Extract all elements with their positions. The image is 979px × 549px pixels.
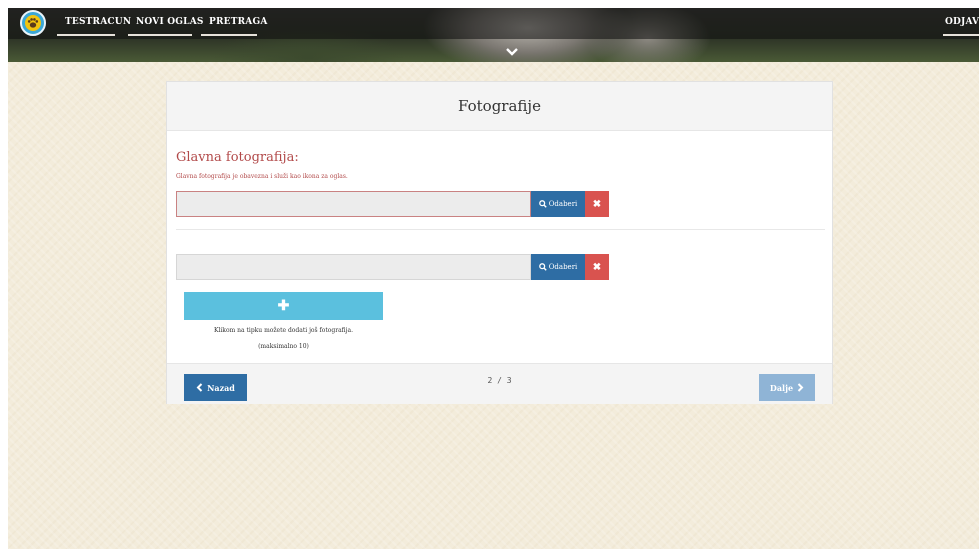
next-button-label: Dalje <box>769 382 794 393</box>
nav-underline <box>201 34 257 36</box>
nav-link-novi-oglas[interactable]: NOVI OGLAS <box>136 17 204 27</box>
nav-underline <box>57 34 115 36</box>
select-photo-button[interactable]: Odaberi <box>531 254 585 280</box>
next-button[interactable]: Dalje <box>759 374 815 401</box>
main-photo-file-input[interactable] <box>176 191 531 217</box>
card-header: Fotografije <box>167 82 832 131</box>
nav-link-pretraga[interactable]: PRETRAGA <box>209 17 268 27</box>
select-button-label: Odaberi <box>548 200 578 208</box>
add-photo-hint: Klikom na tipku možete dodati još fotogr… <box>213 327 354 334</box>
paw-logo-icon[interactable] <box>20 10 46 36</box>
card-title: Fotografije <box>458 97 541 115</box>
card-footer: Nazad 2 / 3 Dalje <box>167 363 832 404</box>
page-frame: TESTRACUN NOVI OGLAS PRETRAGA ODJAV Foto… <box>8 8 979 549</box>
search-icon <box>538 263 547 271</box>
header: TESTRACUN NOVI OGLAS PRETRAGA ODJAV <box>8 8 979 62</box>
add-photo-limit: (maksimalno 10) <box>258 343 309 350</box>
extra-photo-file-input[interactable] <box>176 254 531 280</box>
photos-card: Fotografije Glavna fotografija: Glavna f… <box>166 81 833 404</box>
close-icon: ✖ <box>592 198 602 210</box>
add-photo-button[interactable]: ✚ <box>184 292 383 320</box>
select-button-label: Odaberi <box>548 263 578 271</box>
search-icon <box>538 200 547 208</box>
nav-link-testracun[interactable]: TESTRACUN <box>65 17 131 27</box>
clear-photo-button[interactable]: ✖ <box>585 191 609 217</box>
nav-underline <box>943 34 979 36</box>
select-photo-button[interactable]: Odaberi <box>531 191 585 217</box>
nav-underline <box>128 34 192 36</box>
main-photo-hint: Glavna fotografija je obavezna i služi k… <box>176 173 348 180</box>
close-icon: ✖ <box>592 261 602 273</box>
clear-photo-button[interactable]: ✖ <box>585 254 609 280</box>
section-divider <box>176 229 825 230</box>
plus-icon: ✚ <box>277 298 290 314</box>
chevron-right-icon <box>797 383 804 392</box>
step-indicator: 2 / 3 <box>487 376 512 385</box>
main-photo-title: Glavna fotografija: <box>176 150 299 165</box>
nav-link-logout[interactable]: ODJAV <box>945 17 979 27</box>
chevron-down-icon[interactable] <box>505 46 519 58</box>
